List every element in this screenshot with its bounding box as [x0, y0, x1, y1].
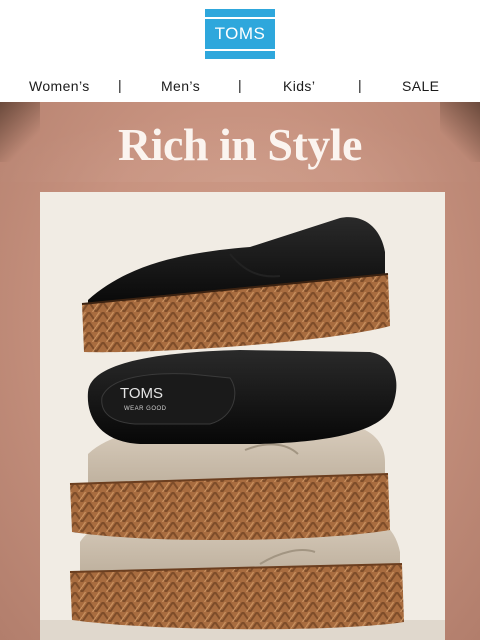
insole-logo-text: TOMS	[120, 385, 163, 402]
toms-logo[interactable]: TOMS	[205, 9, 275, 59]
shoe-black-top-view: TOMS WEAR GOOD	[87, 350, 397, 444]
nav-link-sale[interactable]: SALE	[402, 78, 439, 94]
product-photo-stacked-shoes[interactable]: TOMS WEAR GOOD	[40, 192, 445, 640]
category-nav: Women’s | Men’s | Kids’ | SALE	[0, 70, 480, 102]
insole-tagline-text: WEAR GOOD	[124, 406, 167, 412]
hero-banner[interactable]: Rich in Style TOMS WEAR GOOD	[0, 102, 480, 640]
nav-separator: |	[238, 77, 242, 93]
email-header: TOMS	[0, 0, 480, 70]
logo-text: TOMS	[214, 24, 266, 43]
shoes-illustration: TOMS WEAR GOOD	[40, 217, 445, 640]
nav-link-kids[interactable]: Kids’	[283, 78, 315, 94]
nav-separator: |	[118, 77, 122, 93]
shoe-black-top	[81, 217, 390, 353]
nav-link-mens[interactable]: Men’s	[161, 78, 200, 94]
logo-bottom-bar	[205, 49, 275, 51]
hero-headline: Rich in Style	[118, 119, 362, 170]
nav-link-womens[interactable]: Women’s	[29, 78, 90, 94]
logo-top-bar	[205, 17, 275, 19]
nav-separator: |	[358, 77, 362, 93]
